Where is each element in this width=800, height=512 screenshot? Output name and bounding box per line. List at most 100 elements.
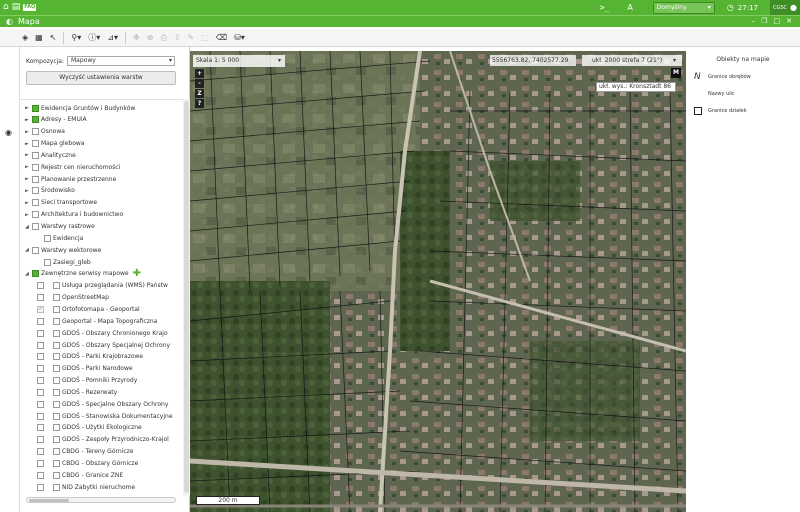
- scrollbar-thumb[interactable]: [184, 101, 189, 493]
- layer-tree-item[interactable]: CBDG - Granice ZNE: [37, 470, 123, 480]
- layer-visibility-checkbox[interactable]: [37, 460, 44, 467]
- layer-checkbox[interactable]: [53, 365, 60, 373]
- layer-visibility-checkbox[interactable]: [37, 400, 44, 408]
- layer-checkbox[interactable]: [32, 223, 39, 230]
- info-icon[interactable]: ⓘ▾: [88, 32, 100, 43]
- layer-tree-item[interactable]: ◢ Zewnętrzne serwisy mapowe ✚: [25, 268, 141, 279]
- layer-visibility-checkbox[interactable]: ✓: [37, 305, 44, 313]
- layer-tree-item[interactable]: GDOŚ - Rezerwaty: [37, 387, 117, 397]
- layer-tree-item[interactable]: CBDG - Obszary Górnicze: [37, 459, 138, 469]
- layer-tree-item[interactable]: ► Planowanie przestrzenne: [25, 174, 116, 184]
- font-size-button[interactable]: A: [627, 3, 632, 12]
- layer-checkbox[interactable]: [53, 400, 60, 408]
- layer-checkbox[interactable]: [53, 294, 60, 302]
- layer-checkbox[interactable]: [44, 234, 51, 242]
- layer-tree-item[interactable]: ► Architektura i budownictwo: [25, 210, 123, 220]
- layer-visibility-checkbox[interactable]: [37, 412, 44, 420]
- layer-tree-item[interactable]: ► Sieci transportowe: [25, 198, 97, 208]
- layer-tree-item[interactable]: OpenStreetMap: [37, 293, 109, 303]
- close-icon[interactable]: ✕: [786, 17, 792, 25]
- select-icon[interactable]: ⬚: [201, 33, 209, 42]
- pointer-icon[interactable]: ↖: [50, 33, 57, 42]
- home-icon[interactable]: ⌂: [3, 0, 9, 15]
- tree-toggle-icon[interactable]: ►: [25, 152, 32, 158]
- layer-checkbox[interactable]: [32, 140, 39, 148]
- scrollbar-thumb[interactable]: [29, 499, 69, 502]
- pan-icon[interactable]: ✥: [133, 33, 140, 42]
- tree-toggle-icon[interactable]: ►: [25, 117, 32, 123]
- layer-checkbox[interactable]: [53, 436, 60, 444]
- layer-tree-item[interactable]: GDOŚ - Stanowiska Dokumentacyjne: [37, 411, 173, 421]
- layer-checkbox[interactable]: [44, 258, 51, 266]
- layer-visibility-checkbox[interactable]: [37, 483, 44, 491]
- tree-toggle-icon[interactable]: ◢: [25, 224, 32, 230]
- layer-tree-item[interactable]: ► Adresy - EMUiA: [25, 115, 87, 125]
- tree-toggle-icon[interactable]: ►: [25, 105, 32, 111]
- layer-checkbox[interactable]: [53, 282, 60, 290]
- layer-checkbox[interactable]: [32, 151, 39, 159]
- layer-tree-item[interactable]: ► Analityczne: [25, 150, 76, 160]
- help-button[interactable]: ?: [195, 99, 204, 108]
- layer-checkbox[interactable]: [53, 471, 60, 479]
- layer-visibility-checkbox[interactable]: [37, 388, 44, 396]
- scale-select[interactable]: Skala 1: 5 000 ▾: [193, 55, 285, 67]
- layer-visibility-checkbox[interactable]: [37, 471, 44, 479]
- layer-tree-item[interactable]: ► Ewidencja Gruntów i Budynków: [25, 103, 135, 113]
- layer-tree-item[interactable]: GDOŚ - Pomniki Przyrody: [37, 376, 137, 386]
- layer-checkbox[interactable]: [32, 116, 39, 124]
- tree-toggle-icon[interactable]: ◢: [25, 247, 32, 253]
- layer-visibility-checkbox[interactable]: [37, 294, 44, 302]
- layer-tree-item[interactable]: ► Środowisko: [25, 186, 75, 196]
- table-icon[interactable]: ▦: [35, 33, 43, 42]
- layer-tree-item[interactable]: ► Osnowa: [25, 127, 65, 137]
- layer-visibility-checkbox[interactable]: [37, 365, 44, 373]
- layer-checkbox[interactable]: [32, 104, 39, 112]
- globe-icon[interactable]: ◉: [5, 128, 12, 137]
- layer-visibility-checkbox[interactable]: [37, 341, 44, 349]
- layer-tree-item[interactable]: GDOŚ - Obszary Specjalnej Ochrony: [37, 340, 170, 350]
- database-icon[interactable]: ⛁▾: [234, 33, 245, 42]
- zoom-icon[interactable]: ⊕: [147, 33, 154, 42]
- layer-tree-item[interactable]: ◢ Warstwy wektorowe: [25, 245, 101, 255]
- tree-toggle-icon[interactable]: ►: [25, 200, 32, 206]
- layer-checkbox[interactable]: [32, 175, 39, 183]
- layer-checkbox[interactable]: [32, 211, 39, 219]
- layer-tree-item[interactable]: ◢ Warstwy rastrowe: [25, 222, 95, 232]
- tree-vertical-scrollbar[interactable]: [183, 99, 190, 496]
- layer-checkbox[interactable]: [53, 305, 60, 313]
- layer-tree-item[interactable]: GDOŚ - Obszary Chronionego Krajo: [37, 328, 168, 338]
- layer-checkbox[interactable]: [53, 483, 60, 491]
- zoom-in-button[interactable]: +: [195, 69, 204, 78]
- layer-checkbox[interactable]: [53, 317, 60, 325]
- restore-icon[interactable]: ❐: [761, 17, 767, 25]
- layer-checkbox[interactable]: [32, 270, 39, 278]
- layer-checkbox[interactable]: [53, 329, 60, 337]
- layer-visibility-checkbox[interactable]: [37, 353, 44, 361]
- tree-toggle-icon[interactable]: ►: [25, 129, 32, 135]
- layer-checkbox[interactable]: [53, 377, 60, 385]
- map-canvas[interactable]: Skala 1: 5 000 ▾ + - Z ? 5556763.82, 740…: [190, 51, 686, 512]
- profile-select[interactable]: Domyślny ▾: [652, 1, 715, 14]
- layer-tree-item[interactable]: GDOŚ - Zespoły Przyrodniczo-Krajol: [37, 435, 169, 445]
- layer-tree-item[interactable]: ✓ Ortofotomapa - Geoportal: [37, 304, 140, 314]
- layer-visibility-checkbox[interactable]: [37, 448, 44, 456]
- layer-checkbox[interactable]: [53, 448, 60, 456]
- layer-visibility-checkbox[interactable]: [37, 282, 44, 290]
- layer-tree-item[interactable]: ► Rejestr cen nieruchomości: [25, 162, 120, 172]
- export-icon[interactable]: ⇪: [174, 33, 181, 42]
- layer-checkbox[interactable]: [32, 163, 39, 171]
- layer-tree-item[interactable]: ► Mapa glebowa: [25, 139, 84, 149]
- layer-checkbox[interactable]: [32, 128, 39, 136]
- tree-horizontal-scrollbar[interactable]: [26, 497, 176, 503]
- layer-tree-item[interactable]: CBDG - Tereny Górnicze: [37, 447, 133, 457]
- layers-icon[interactable]: ◈: [22, 33, 28, 42]
- user-menu[interactable]: CGSC ●: [769, 0, 800, 15]
- tree-toggle-icon[interactable]: ►: [25, 176, 32, 182]
- layer-visibility-checkbox[interactable]: [37, 329, 44, 337]
- tree-toggle-icon[interactable]: ►: [25, 164, 32, 170]
- reset-layers-button[interactable]: Wyczyść ustawienia warstw: [26, 71, 176, 85]
- faq-button[interactable]: FAQ: [23, 4, 37, 11]
- layer-checkbox[interactable]: [53, 424, 60, 432]
- print-icon[interactable]: ⎙: [160, 33, 166, 43]
- map-mode-button[interactable]: M: [671, 68, 681, 78]
